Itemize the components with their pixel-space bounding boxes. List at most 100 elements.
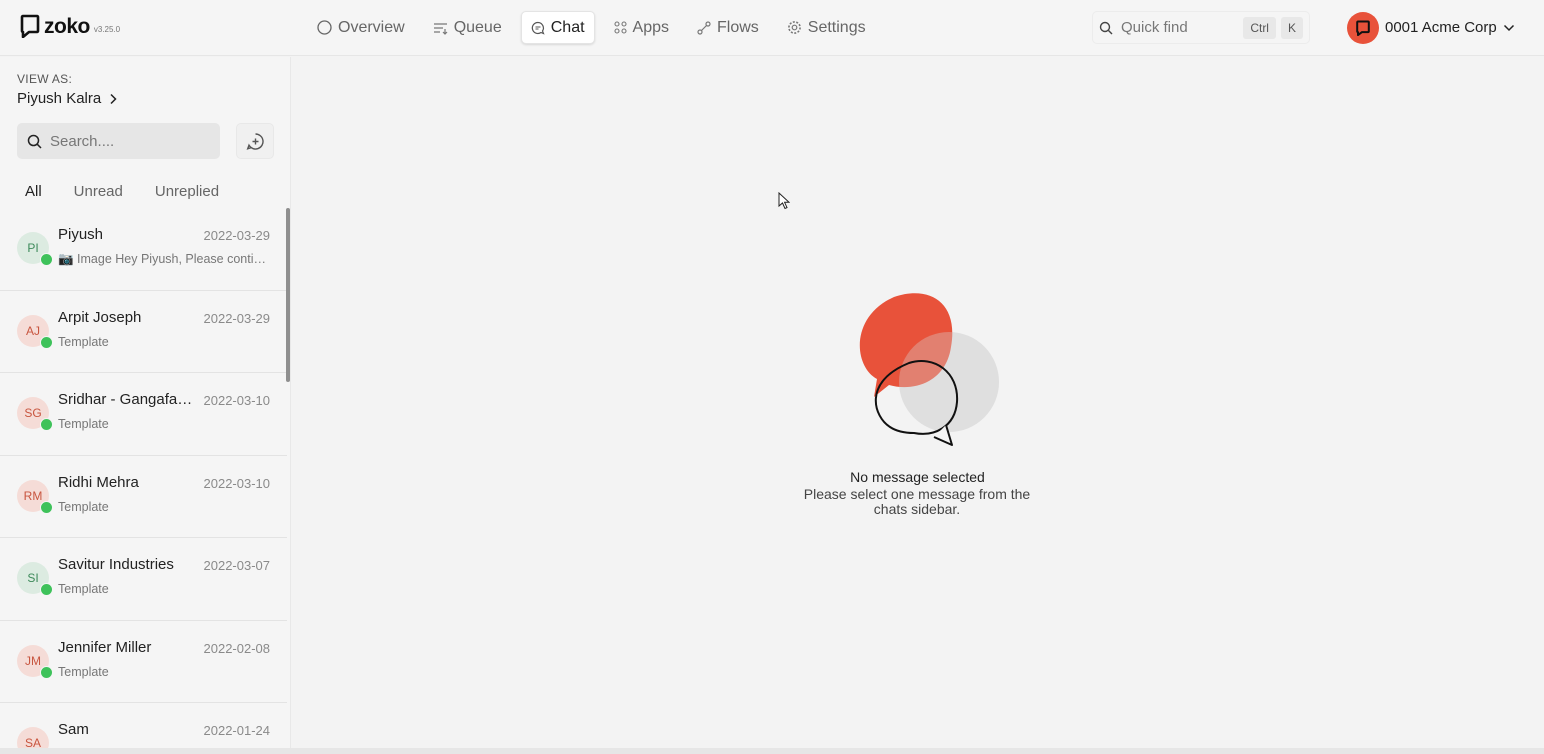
avatar-initials: RM	[23, 488, 43, 503]
chat-preview: Template	[58, 664, 109, 679]
contact-avatar: SI	[17, 562, 53, 596]
chat-date: 2022-02-08	[203, 640, 271, 656]
apps-grid-icon	[613, 21, 627, 34]
circle-icon	[317, 20, 332, 35]
chevron-right-icon	[110, 93, 117, 104]
contact-avatar: AJ	[17, 314, 53, 349]
contact-name: Ridhi Mehra	[58, 473, 139, 491]
whatsapp-badge-icon	[40, 500, 53, 514]
chat-preview: Template	[58, 582, 109, 596]
chat-date: 2022-03-29	[203, 310, 271, 326]
chat-list-item[interactable]: SG Sridhar - Gangafashions 2022-03-10 Templ…	[0, 373, 287, 456]
nav-chat[interactable]: Chat	[520, 11, 595, 44]
contact-name: Sam	[58, 721, 89, 738]
shortcut-ctrl: Ctrl	[1243, 16, 1276, 39]
app-version: v3.25.0	[93, 25, 121, 34]
chat-date: 2022-03-10	[203, 475, 271, 491]
nav-apps[interactable]: Apps	[605, 11, 678, 44]
new-chat-icon	[246, 132, 264, 150]
flows-icon	[697, 20, 711, 35]
zoko-logo-icon	[1356, 20, 1370, 36]
account-name: 0001 Acme Corp	[1385, 19, 1497, 36]
zoko-logo-icon	[20, 14, 40, 38]
whatsapp-badge-icon	[40, 335, 53, 349]
quick-find-label: Quick find	[1121, 19, 1188, 36]
account-switcher[interactable]: 0001 Acme Corp	[1347, 11, 1515, 44]
nav-flows[interactable]: Flows	[688, 11, 768, 44]
chat-date: 2022-03-29	[203, 228, 271, 243]
main-nav: Overview Queue Chat Apps Flows Settings	[308, 11, 875, 44]
chat-list-item[interactable]: SASam2022-01-24Template	[0, 703, 287, 754]
avatar-initials: PI	[27, 241, 39, 255]
chat-list-item[interactable]: PI Piyush 2022-03-29 📷 Image Hey Piyush, Pl…	[0, 208, 287, 291]
avatar-initials: JM	[25, 653, 41, 668]
whatsapp-badge-icon	[40, 418, 53, 431]
chat-preview: Template	[58, 334, 109, 349]
search-input[interactable]	[50, 132, 210, 150]
chat-sidebar: VIEW AS: Piyush Kalra All Unread Unrepli…	[0, 57, 291, 754]
whatsapp-badge-icon	[40, 665, 53, 679]
nav-overview-label: Overview	[338, 18, 405, 36]
chat-preview: Template	[58, 417, 109, 431]
conversation-panel: No message selected Please select one me…	[291, 57, 1544, 754]
nav-queue-label: Queue	[453, 18, 502, 36]
contact-avatar: RM	[17, 479, 53, 514]
queue-icon	[433, 23, 448, 35]
nav-settings-label: Settings	[807, 18, 866, 36]
chat-list-item[interactable]: AJ Arpit Joseph 2022-03-29 Template	[0, 290, 287, 373]
view-as-label: VIEW AS:	[17, 72, 73, 86]
nav-overview[interactable]: Overview	[308, 11, 414, 44]
chat-list: PI Piyush 2022-03-29 📷 Image Hey Piyush, Pl…	[0, 208, 287, 754]
avatar-initials: SI	[27, 571, 39, 585]
tab-unreplied[interactable]: Unreplied	[147, 178, 227, 210]
view-as-user-selector[interactable]: Piyush Kalra	[17, 90, 117, 107]
tab-all[interactable]: All	[17, 178, 50, 210]
bottom-scroll-strip	[0, 748, 1544, 754]
contact-name: Piyush	[58, 226, 104, 243]
nav-flows-label: Flows	[717, 18, 759, 36]
search-icon	[27, 134, 42, 149]
contact-name: Arpit Joseph	[58, 308, 142, 326]
new-chat-button[interactable]	[236, 123, 274, 159]
whatsapp-badge-icon	[40, 253, 53, 266]
chat-date: 2022-03-07	[203, 558, 271, 573]
chat-date: 2022-03-10	[203, 393, 271, 408]
contact-avatar: PI	[17, 232, 53, 266]
logo[interactable]: zoko v3.25.0	[20, 14, 120, 38]
nav-apps-label: Apps	[632, 18, 669, 36]
search-box	[17, 123, 220, 159]
contact-name: Jennifer Miller	[58, 638, 152, 656]
tab-unread[interactable]: Unread	[66, 178, 131, 210]
chat-list-scrollbar[interactable]	[286, 208, 290, 382]
contact-name: Sridhar - Gangafashions	[58, 391, 198, 408]
search-icon	[1099, 21, 1113, 34]
contact-avatar: JM	[17, 644, 53, 679]
chevron-down-icon	[1503, 24, 1514, 31]
nav-chat-label: Chat	[550, 18, 585, 36]
contact-name: Savitur Industries	[58, 556, 174, 573]
view-as-user-name: Piyush Kalra	[17, 90, 102, 107]
chat-list-item[interactable]: SI Savitur Industries 2022-03-07 Template	[0, 538, 287, 621]
whatsapp-badge-icon	[40, 583, 53, 596]
brand-name: zoko	[44, 15, 90, 38]
chat-filter-tabs: All Unread Unreplied	[17, 178, 243, 210]
top-bar: zoko v3.25.0 Overview Queue Chat Apps Fl…	[0, 0, 1544, 56]
chat-bubbles-illustration	[859, 293, 999, 446]
chat-date: 2022-01-24	[203, 723, 271, 738]
empty-state-title: No message selected	[850, 469, 985, 485]
nav-settings[interactable]: Settings	[778, 11, 875, 44]
chat-list-item[interactable]: JM Jennifer Miller 2022-02-08 Template	[0, 620, 287, 703]
chat-icon	[531, 21, 545, 35]
chat-list-item[interactable]: RM Ridhi Mehra 2022-03-10 Template	[0, 455, 287, 538]
gear-icon	[787, 21, 801, 34]
nav-queue[interactable]: Queue	[424, 11, 511, 44]
quick-find[interactable]: Quick find Ctrl K	[1092, 11, 1310, 44]
avatar-initials: AJ	[25, 323, 40, 338]
contact-avatar: SG	[17, 397, 53, 431]
shortcut-k: K	[1280, 16, 1303, 39]
empty-state-subtitle: Please select one message from the chats…	[803, 486, 1031, 517]
chat-preview: Template	[58, 499, 109, 514]
account-avatar	[1347, 11, 1379, 44]
avatar-initials: SG	[24, 406, 42, 420]
mouse-cursor-icon	[778, 192, 790, 210]
